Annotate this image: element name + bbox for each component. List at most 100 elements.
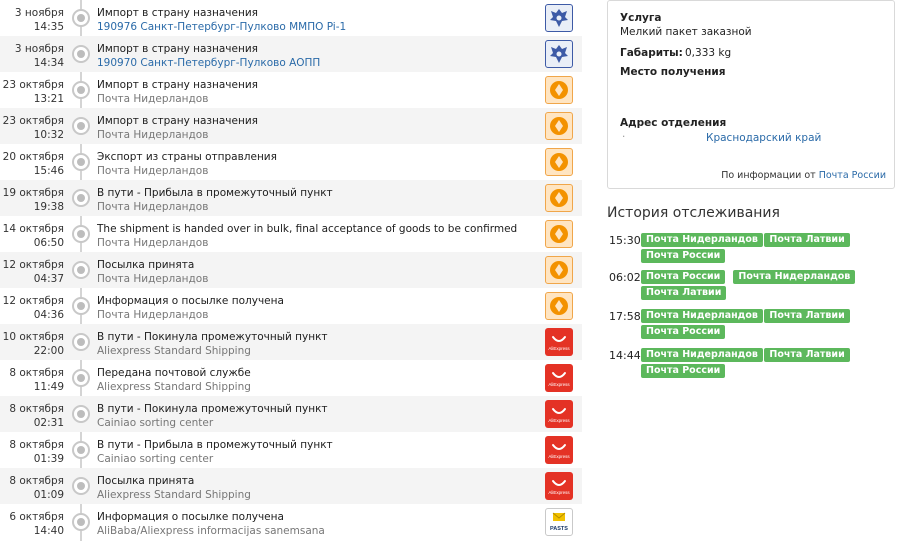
event-title: Информация о посылке получена xyxy=(97,511,284,523)
event-date: 10 октября xyxy=(2,331,64,343)
source-link[interactable]: Почта России xyxy=(819,170,886,181)
event-text: Импорт в страну назначения Почта Нидерла… xyxy=(97,114,532,142)
carrier-badge[interactable]: Почта Нидерландов xyxy=(733,270,856,284)
event-location[interactable]: 190976 Санкт-Петербург-Пулково ММПО Pi-1 xyxy=(97,20,532,34)
aliexpress-label: AliExpress xyxy=(548,454,570,459)
carrier-badge[interactable]: Почта России xyxy=(641,249,726,263)
carrier-badge[interactable]: Почта Нидерландов xyxy=(641,348,763,362)
aliexpress-icon: AliExpress xyxy=(545,364,573,392)
event-title: The shipment is handed over in bulk, fin… xyxy=(97,223,518,235)
event-location: Почта Нидерландов xyxy=(97,93,209,105)
aliexpress-label: AliExpress xyxy=(548,382,570,387)
event-date: 12 октября xyxy=(2,259,64,271)
event-datetime: 10 октября 22:00 xyxy=(3,330,64,358)
service-label: Услуга xyxy=(620,12,662,24)
address-label: Адрес отделения xyxy=(620,117,727,129)
event-title: Информация о посылке получена xyxy=(97,295,284,307)
timeline-dot-icon xyxy=(72,225,90,243)
event-date: 8 октября xyxy=(9,439,64,451)
timeline-dot-icon xyxy=(72,405,90,423)
event-location: Почта Нидерландов xyxy=(97,165,209,177)
timeline-dot-icon xyxy=(72,369,90,387)
latvijas-pasts-icon: PASTS xyxy=(545,508,573,536)
timeline-event: 12 октября 04:37 Посылка принята Почта Н… xyxy=(0,252,582,288)
event-datetime: 8 октября 01:39 xyxy=(9,438,64,466)
event-time: 04:36 xyxy=(33,309,64,321)
event-text: В пути - Покинула промежуточный пункт Al… xyxy=(97,330,532,358)
event-time: 01:39 xyxy=(33,453,64,465)
timeline-dot-icon xyxy=(72,189,90,207)
event-datetime: 12 октября 04:36 xyxy=(3,294,64,322)
event-location: Почта Нидерландов xyxy=(97,309,209,321)
event-date: 14 октября xyxy=(2,223,64,235)
postnl-icon xyxy=(545,292,573,320)
event-date: 6 октября xyxy=(9,511,64,523)
event-time: 10:32 xyxy=(33,129,64,141)
event-location[interactable]: 190970 Санкт-Петербург-Пулково АОПП xyxy=(97,56,532,70)
event-text: Информация о посылке получена Почта Ниде… xyxy=(97,294,532,322)
carrier-badge[interactable]: Почта России xyxy=(641,270,726,284)
event-text: Экспорт из страны отправления Почта Ниде… xyxy=(97,150,532,178)
event-location: Почта Нидерландов xyxy=(97,129,209,141)
event-title: Посылка принята xyxy=(97,475,195,487)
event-title: Импорт в страну назначения xyxy=(97,79,258,91)
event-title: Импорт в страну назначения xyxy=(97,43,258,55)
russian-post-eagle-icon xyxy=(545,4,573,32)
event-title: В пути - Прибыла в промежуточный пункт xyxy=(97,439,333,451)
event-time: 14:34 xyxy=(33,57,64,69)
carrier-badge[interactable]: Почта России xyxy=(641,364,726,378)
parcel-info-panel: Услуга Мелкий пакет заказной Габариты: 0… xyxy=(607,0,895,189)
event-datetime: 8 октября 01:09 xyxy=(9,474,64,502)
event-date: 23 октября xyxy=(2,79,64,91)
timeline-event: 23 октября 10:32 Импорт в страну назначе… xyxy=(0,108,582,144)
timeline-dot-icon xyxy=(72,441,90,459)
event-text: Импорт в страну назначения Почта Нидерла… xyxy=(97,78,532,106)
timeline-dot-icon xyxy=(72,477,90,495)
aliexpress-icon: AliExpress xyxy=(545,328,573,356)
event-datetime: 23 октября 10:32 xyxy=(3,114,64,142)
history-time: 06:02 xyxy=(609,271,641,284)
timeline-event: 8 октября 01:39 В пути - Прибыла в проме… xyxy=(0,432,582,468)
carrier-badge[interactable]: Почта Нидерландов xyxy=(641,309,763,323)
dims-value: 0,333 kg xyxy=(685,47,732,59)
event-text: Передана почтовой службе Aliexpress Stan… xyxy=(97,366,532,394)
event-text: Посылка принята Aliexpress Standard Ship… xyxy=(97,474,532,502)
timeline-event: 3 ноября 14:35 Импорт в страну назначени… xyxy=(0,0,582,36)
event-text: Импорт в страну назначения 190970 Санкт-… xyxy=(97,42,532,70)
event-text: В пути - Покинула промежуточный пункт Ca… xyxy=(97,402,532,430)
aliexpress-label: AliExpress xyxy=(548,418,570,423)
event-location: AliBaba/Aliexpress informacijas sanemsan… xyxy=(97,525,325,537)
event-time: 01:09 xyxy=(33,489,64,501)
event-datetime: 14 октября 06:50 xyxy=(3,222,64,250)
event-date: 20 октября xyxy=(2,151,64,163)
event-title: Передана почтовой службе xyxy=(97,367,251,379)
event-location: Aliexpress Standard Shipping xyxy=(97,489,251,501)
carrier-badge[interactable]: Почта России xyxy=(641,325,726,339)
event-location: Aliexpress Standard Shipping xyxy=(97,345,251,357)
event-location: Cainiao sorting center xyxy=(97,453,214,465)
history-title: История отслеживания xyxy=(607,205,780,221)
carrier-badge[interactable]: Почта Латвии xyxy=(764,233,850,247)
carrier-badge[interactable]: Почта Латвии xyxy=(764,348,850,362)
event-location: Aliexpress Standard Shipping xyxy=(97,381,251,393)
dims-label: Габариты: xyxy=(620,47,683,59)
postnl-icon xyxy=(545,76,573,104)
timeline-dot-icon xyxy=(72,513,90,531)
event-date: 12 октября xyxy=(2,295,64,307)
carrier-badge[interactable]: Почта Нидерландов xyxy=(641,233,763,247)
event-location: Почта Нидерландов xyxy=(97,237,209,249)
postnl-icon xyxy=(545,112,573,140)
postnl-icon xyxy=(545,148,573,176)
event-time: 02:31 xyxy=(33,417,64,429)
address-region-link[interactable]: Краснодарский край xyxy=(706,132,821,144)
carrier-badge[interactable]: Почта Латвии xyxy=(641,286,727,300)
event-text: Информация о посылке получена AliBaba/Al… xyxy=(97,510,532,538)
carrier-badge[interactable]: Почта Латвии xyxy=(764,309,850,323)
event-time: 14:40 xyxy=(33,525,64,537)
history-row: 17:58 Почта Нидерландов Почта Латвии Почта … xyxy=(607,309,897,343)
event-text: The shipment is handed over in bulk, fin… xyxy=(97,222,532,250)
aliexpress-label: AliExpress xyxy=(548,346,570,351)
event-date: 3 ноября xyxy=(14,43,64,55)
postnl-icon xyxy=(545,220,573,248)
place-label: Место получения xyxy=(620,66,726,78)
